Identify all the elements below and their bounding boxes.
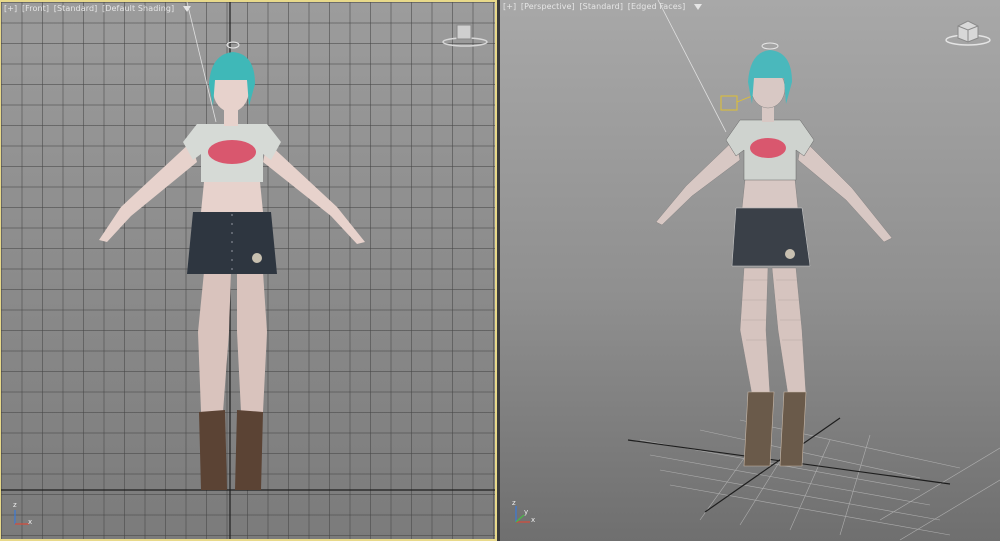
axis-label-z: z [13,501,17,509]
front-viewport[interactable]: [+] [Front] [Standard] [Default Shading] [0,0,497,541]
axis-label-x: x [531,516,536,524]
front-scene [1,2,495,539]
axis-label-x: x [28,518,33,526]
axis-label-y: y [524,508,529,516]
left-boot [199,410,227,490]
right-boot [235,410,263,490]
character-model-wireframe[interactable] [655,42,893,467]
axis-label-z: z [512,499,516,507]
perspective-scene [627,0,1000,541]
perspective-viewport[interactable]: [+] [Perspective] [Standard] [Edged Face… [500,0,1000,541]
character-model[interactable] [99,41,365,490]
